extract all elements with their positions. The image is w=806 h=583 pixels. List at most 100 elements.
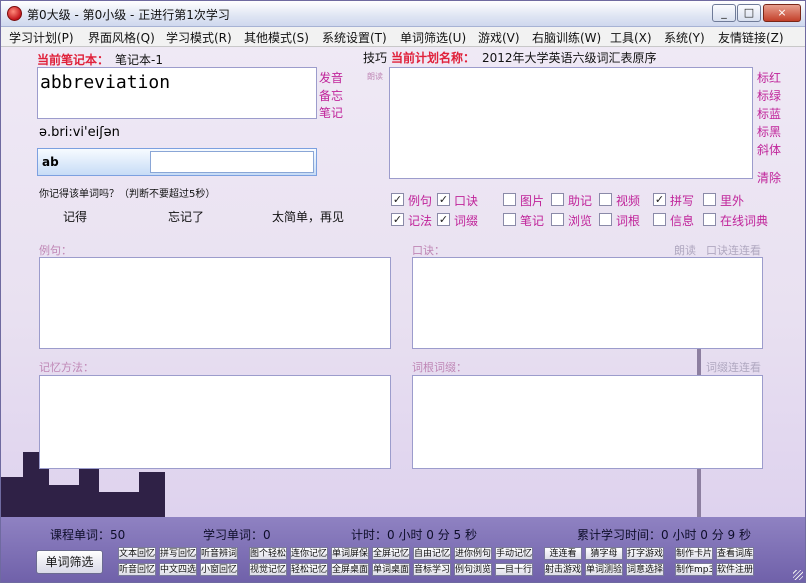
toolbar-button[interactable]: 手动记忆 [495, 547, 533, 560]
checkbox-label[interactable]: 里外 [720, 192, 744, 209]
toolbar-button[interactable]: 查看词库 [716, 547, 754, 560]
menu-system[interactable]: 系统(Y) [664, 29, 705, 46]
menu-study-plan[interactable]: 学习计划(P) [9, 29, 74, 46]
memo-link[interactable]: 备忘 [319, 87, 343, 104]
clear-link[interactable]: 清除 [757, 169, 781, 186]
menu-links[interactable]: 友情链接(Z) [718, 29, 784, 46]
checkbox-label[interactable]: 图片 [520, 192, 544, 209]
checkbox[interactable] [551, 193, 564, 206]
menu-ui-style[interactable]: 界面风格(Q) [88, 29, 155, 46]
checkbox[interactable] [703, 213, 716, 226]
toolbar-button[interactable]: 听音辨词 [200, 547, 238, 560]
checkbox-label[interactable]: 助记 [568, 192, 592, 209]
menu-games[interactable]: 游戏(V) [478, 29, 520, 46]
toolbar-button[interactable]: 词意选择 [626, 563, 664, 576]
checkbox-label[interactable]: 笔记 [520, 212, 544, 229]
italic-link[interactable]: 斜体 [757, 141, 781, 158]
mark-red-link[interactable]: 标红 [757, 69, 781, 86]
forgot-button[interactable]: 忘记了 [168, 208, 204, 225]
checkbox[interactable] [599, 193, 612, 206]
toolbar-button[interactable]: 听音回忆 [118, 563, 156, 576]
checkbox-label[interactable]: 视频 [616, 192, 640, 209]
toolbar-button[interactable]: 一目十行 [495, 563, 533, 576]
toolbar-button[interactable]: 连连看 [544, 547, 582, 560]
toolbar-button[interactable]: 音标学习 [413, 563, 451, 576]
toolbar-button[interactable]: 小窗回忆 [200, 563, 238, 576]
checkbox-label[interactable]: 口诀 [454, 192, 478, 209]
toolbar-button[interactable]: 视觉记忆 [249, 563, 287, 576]
menu-word-filter[interactable]: 单词筛选(U) [400, 29, 466, 46]
minimize-button[interactable]: _ [712, 4, 736, 22]
toolbar-button[interactable]: 单词测验 [585, 563, 623, 576]
checkbox[interactable]: ✓ [437, 213, 450, 226]
checkbox-label[interactable]: 在线词典 [720, 212, 768, 229]
note-link[interactable]: 笔记 [319, 104, 343, 121]
toolbar-button[interactable]: 中文四选 [159, 563, 197, 576]
pronounce-link[interactable]: 发音 [319, 69, 343, 86]
checkbox[interactable] [503, 193, 516, 206]
close-button[interactable]: × [763, 4, 801, 22]
mark-black-link[interactable]: 标黑 [757, 123, 781, 140]
affix-match-link[interactable]: 词缀连连看 [706, 359, 761, 375]
toolbar-button[interactable]: 进你例句 [454, 547, 492, 560]
example-box[interactable] [39, 257, 391, 349]
checkbox[interactable]: ✓ [391, 213, 404, 226]
menu-tools[interactable]: 工具(X) [610, 29, 652, 46]
mnemonic-match-link[interactable]: 口诀连连看 [706, 242, 761, 258]
memory-method-box[interactable] [39, 375, 391, 469]
checkbox[interactable] [703, 193, 716, 206]
toolbar-button[interactable]: 单词桌面 [372, 563, 410, 576]
toolbar-button[interactable]: 制作卡片 [675, 547, 713, 560]
checkbox-label[interactable]: 信息 [670, 212, 694, 229]
read-aloud-tag[interactable]: 朗读 [367, 71, 383, 82]
word-filter-button[interactable]: 单词筛选 [36, 550, 103, 574]
checkbox-label[interactable]: 记法 [408, 212, 432, 229]
checkbox[interactable]: ✓ [391, 193, 404, 206]
spelling-input[interactable] [150, 151, 314, 173]
menu-system-settings[interactable]: 系统设置(T) [322, 29, 387, 46]
resize-grip[interactable] [793, 570, 803, 580]
toolbar-button[interactable]: 单词屏保 [331, 547, 369, 560]
toolbar-button[interactable]: 拼写回忆 [159, 547, 197, 560]
mnemonic-box[interactable] [412, 257, 763, 349]
toolbar-button[interactable]: 例句浏览 [454, 563, 492, 576]
menu-other-mode[interactable]: 其他模式(S) [244, 29, 309, 46]
checkbox[interactable]: ✓ [437, 193, 450, 206]
checkbox-label[interactable]: 浏览 [568, 212, 592, 229]
toolbar-button[interactable]: 打字游戏 [626, 547, 664, 560]
toolbar-button[interactable]: 射击游戏 [544, 563, 582, 576]
restore-button[interactable]: □ [737, 4, 761, 22]
toolbar-button[interactable]: 软件注册 [716, 563, 754, 576]
root-affix-box[interactable] [412, 375, 763, 469]
toolbar-button[interactable]: 图个轻松 [249, 547, 287, 560]
toolbar-button[interactable]: 全屏桌面 [331, 563, 369, 576]
word-detail-box[interactable] [389, 67, 753, 179]
tip-link[interactable]: 技巧 [363, 49, 387, 66]
checkbox[interactable] [599, 213, 612, 226]
too-easy-button[interactable]: 太简单，再见 [272, 208, 344, 225]
root-affix-label: 词根词缀： [412, 361, 467, 374]
toolbar-button[interactable]: 猜字母 [585, 547, 623, 560]
checkbox[interactable] [503, 213, 516, 226]
checkbox-label[interactable]: 例句 [408, 192, 432, 209]
mark-blue-link[interactable]: 标蓝 [757, 105, 781, 122]
toolbar-button[interactable]: 全屏记忆 [372, 547, 410, 560]
menu-study-mode[interactable]: 学习模式(R) [166, 29, 232, 46]
remember-button[interactable]: 记得 [63, 208, 87, 225]
checkbox-label[interactable]: 拼写 [670, 192, 694, 209]
toolbar-button[interactable]: 制作mp3 [675, 563, 713, 576]
toolbar-button[interactable]: 文本回忆 [118, 547, 156, 560]
read-example-link[interactable]: 朗读 [674, 242, 696, 258]
timer: 计时：0 小时 0 分 5 秒 [351, 528, 477, 542]
toolbar-button[interactable]: 轻松记忆 [290, 563, 328, 576]
toolbar-button[interactable]: 连你记忆 [290, 547, 328, 560]
menu-right-brain[interactable]: 右脑训练(W) [532, 29, 601, 46]
spelling-bar: ab [37, 148, 317, 176]
toolbar-button[interactable]: 自由记忆 [413, 547, 451, 560]
checkbox-label[interactable]: 词缀 [454, 212, 478, 229]
checkbox[interactable] [653, 213, 666, 226]
checkbox[interactable]: ✓ [653, 193, 666, 206]
mark-green-link[interactable]: 标绿 [757, 87, 781, 104]
checkbox-label[interactable]: 词根 [616, 212, 640, 229]
checkbox[interactable] [551, 213, 564, 226]
